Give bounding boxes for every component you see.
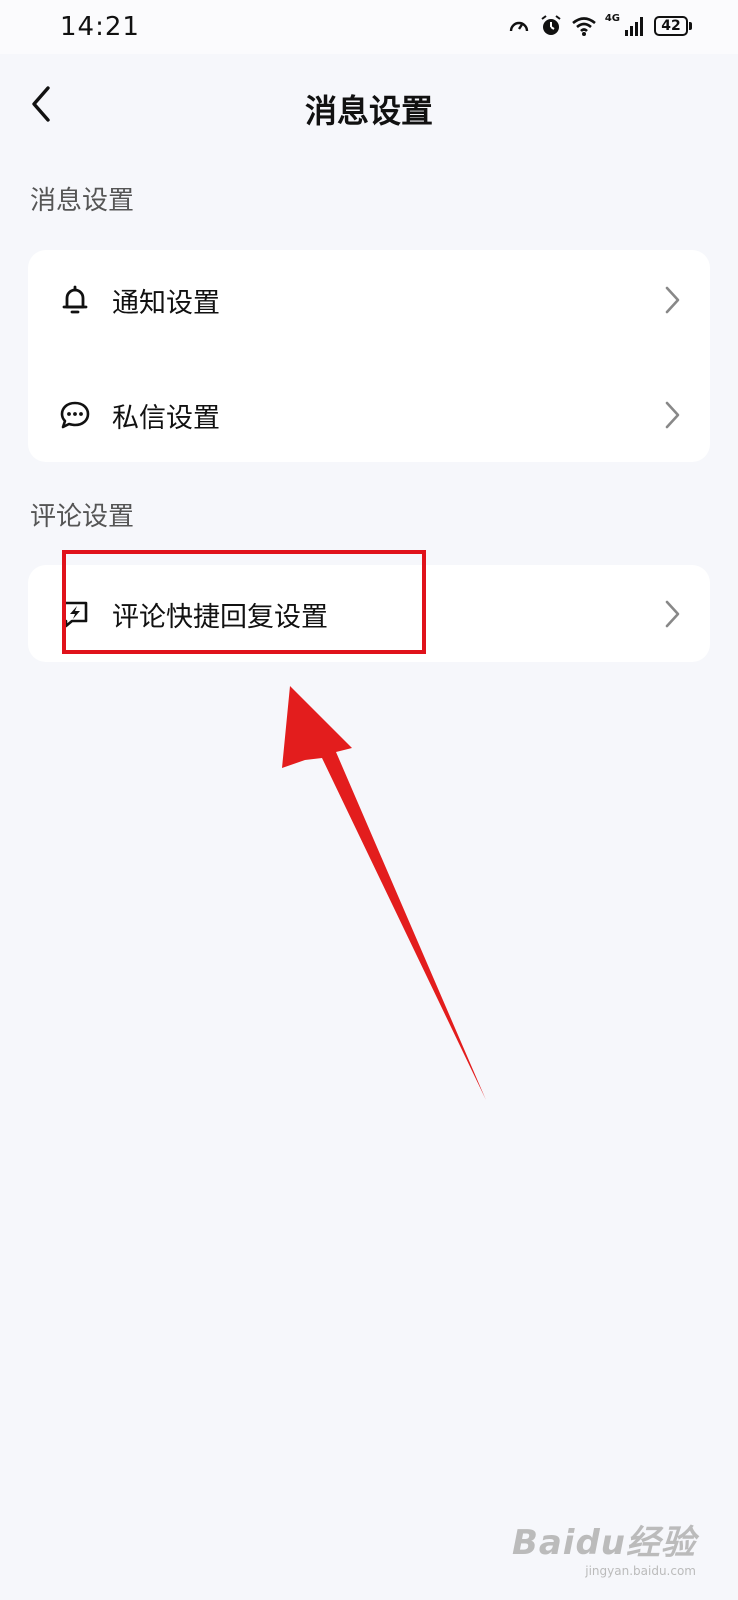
pointer-arrow-icon [282, 686, 486, 1100]
page-title: 消息设置 [304, 92, 433, 130]
speedometer-icon [509, 21, 529, 32]
highlight-box [62, 550, 426, 654]
battery-level: 42 [654, 16, 688, 36]
notification-settings-label: 通知设置 [112, 287, 220, 319]
alarm-icon [541, 15, 561, 35]
notification-settings-item[interactable]: 通知设置 [28, 255, 710, 345]
settings-card-message: 通知设置 私信设置 [28, 250, 710, 462]
wifi-icon [572, 17, 596, 36]
chevron-right-icon [665, 286, 680, 314]
watermark-url: jingyan.baidu.com [585, 1564, 696, 1578]
chat-bubble-icon [60, 401, 90, 429]
battery-icon: 42 [654, 16, 692, 36]
section-label-message: 消息设置 [30, 186, 135, 216]
private-message-settings-item[interactable]: 私信设置 [28, 370, 710, 460]
status-bar: 14:21 4G 42 [0, 0, 738, 54]
bell-icon [62, 285, 88, 314]
signal-icon [625, 17, 643, 36]
chevron-right-icon [665, 600, 680, 628]
private-message-settings-label: 私信设置 [112, 402, 220, 434]
chevron-right-icon [665, 401, 680, 429]
watermark: Baidu经验 jingyan.baidu.com [512, 1515, 696, 1578]
network-type: 4G [604, 12, 620, 24]
nav-bar: 消息设置 [0, 60, 738, 150]
section-label-comment: 评论设置 [30, 502, 135, 532]
status-icons: 4G 42 [507, 12, 692, 38]
watermark-brand: Baidu经验 [511, 1523, 696, 1563]
status-time: 14:21 [60, 12, 140, 42]
